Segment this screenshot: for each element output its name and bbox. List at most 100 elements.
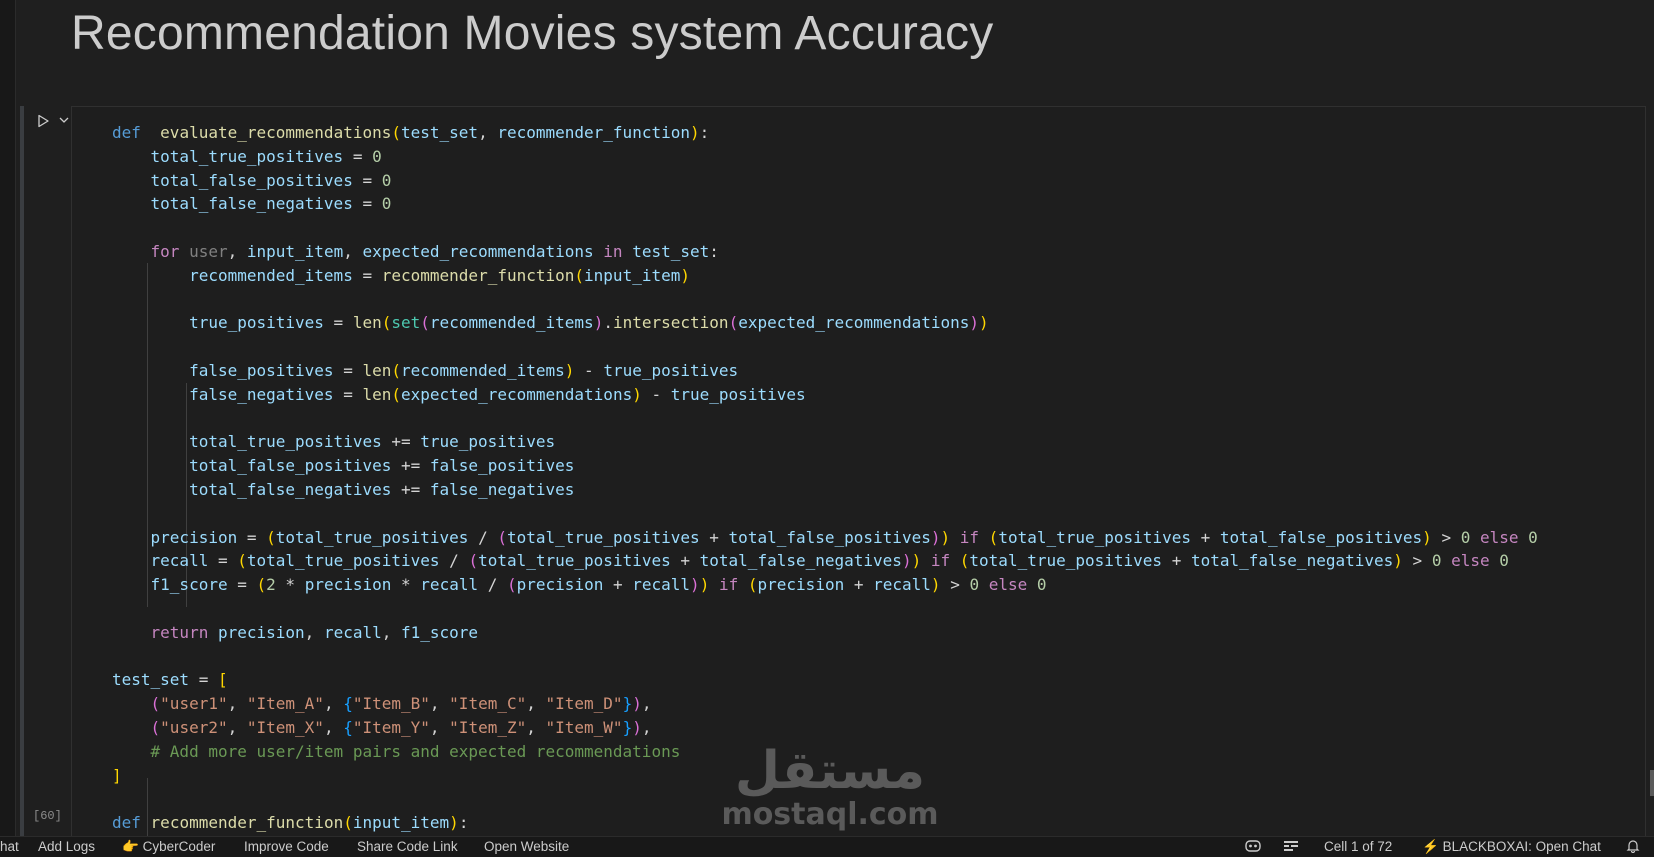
- code-token: ,: [641, 717, 652, 737]
- code-line[interactable]: precision = (total_true_positives / (tot…: [112, 526, 1538, 550]
- code-line[interactable]: total_false_positives = 0: [112, 169, 1538, 193]
- markdown-heading: Recommendation Movies system Accuracy: [71, 7, 994, 60]
- code-line[interactable]: test_set = [: [112, 668, 1538, 692]
- code-token: *: [275, 575, 305, 595]
- status-chat[interactable]: hat: [0, 839, 19, 854]
- code-token: ): [564, 360, 575, 380]
- code-line[interactable]: [112, 597, 1538, 621]
- code-editor[interactable]: def evaluate_recommendations(test_set, r…: [71, 106, 1646, 850]
- code-line[interactable]: [112, 407, 1538, 431]
- code-token: =: [352, 265, 382, 285]
- code-line[interactable]: return precision, recall, f1_score: [112, 621, 1538, 645]
- code-token: ): [911, 551, 922, 571]
- code-token: true_positives: [189, 313, 324, 333]
- code-token: (: [988, 527, 999, 547]
- code-token: }: [622, 694, 633, 714]
- code-line[interactable]: false_negatives = len(expected_recommend…: [112, 383, 1538, 407]
- indent-button[interactable]: [1282, 839, 1300, 856]
- code-token: recommended_items: [189, 265, 353, 285]
- code-token: recall: [323, 622, 382, 642]
- status-cybercoder[interactable]: 👉 CyberCoder: [122, 839, 215, 855]
- watermark-latin: mostaql.com: [721, 797, 939, 832]
- code-line[interactable]: [112, 216, 1538, 240]
- code-token: if: [930, 551, 951, 571]
- activity-strip: [0, 0, 16, 836]
- code-line[interactable]: [112, 645, 1538, 669]
- code-line[interactable]: recommended_items = recommender_function…: [112, 264, 1538, 288]
- code-content[interactable]: def evaluate_recommendations(test_set, r…: [112, 121, 1538, 835]
- cell-position[interactable]: Cell 1 of 72: [1324, 839, 1392, 854]
- status-share-code-link[interactable]: Share Code Link: [357, 839, 458, 854]
- code-line[interactable]: [112, 335, 1538, 359]
- code-line[interactable]: [112, 502, 1538, 526]
- code-token: total_false_negatives: [189, 479, 392, 499]
- code-token: ): [593, 313, 604, 333]
- code-line[interactable]: def evaluate_recommendations(test_set, r…: [112, 121, 1538, 145]
- code-token: recall: [632, 575, 691, 595]
- code-token: =: [227, 575, 257, 595]
- code-line[interactable]: ("user2", "Item_X", {"Item_Y", "Item_Z",…: [112, 716, 1538, 740]
- run-cell-button[interactable]: [32, 110, 54, 132]
- code-token: =: [189, 670, 218, 690]
- code-line[interactable]: [112, 288, 1538, 312]
- code-token: -: [641, 384, 671, 404]
- code-token: ,: [323, 717, 344, 737]
- code-token: expected_recommendations: [738, 313, 970, 333]
- code-token: ,: [304, 622, 324, 642]
- code-token: "Item_W": [545, 717, 623, 737]
- code-token: +: [1190, 527, 1220, 547]
- code-line[interactable]: true_positives = len(set(recommended_ite…: [112, 311, 1538, 335]
- code-token: test_set: [632, 241, 710, 261]
- code-token: ,: [227, 717, 247, 737]
- code-token: (: [420, 313, 430, 333]
- code-token: ,: [526, 694, 546, 714]
- blackbox-open-chat[interactable]: ⚡ BLACKBOXAI: Open Chat: [1422, 839, 1601, 855]
- code-token: len: [352, 313, 382, 333]
- notifications-button[interactable]: [1626, 839, 1640, 856]
- code-token: def: [112, 123, 141, 142]
- code-line[interactable]: recall = (total_true_positives / (total_…: [112, 549, 1538, 573]
- code-token: total_true_positives: [478, 551, 671, 571]
- code-token: test_set: [401, 123, 479, 142]
- status-open-website[interactable]: Open Website: [484, 839, 569, 854]
- code-token: recommender_function: [381, 265, 575, 285]
- code-token: 0: [1431, 551, 1442, 571]
- code-line[interactable]: total_true_positives = 0: [112, 145, 1538, 169]
- code-token: input_item: [352, 813, 450, 833]
- lightning-icon: ⚡: [1422, 839, 1439, 855]
- code-token: expected_recommendations: [362, 241, 594, 261]
- code-token: recommender_function: [150, 813, 344, 833]
- code-line[interactable]: total_false_negatives += false_negatives: [112, 478, 1538, 502]
- code-token: test_set: [112, 670, 190, 690]
- code-token: ,: [227, 241, 247, 261]
- code-token: precision: [757, 575, 845, 595]
- code-token: (: [237, 551, 247, 571]
- code-line[interactable]: f1_score = (2 * precision * recall / (pr…: [112, 573, 1538, 597]
- copilot-button[interactable]: [1244, 839, 1262, 856]
- code-token: (: [468, 551, 479, 571]
- code-line[interactable]: total_true_positives += true_positives: [112, 430, 1538, 454]
- run-options-button[interactable]: [56, 112, 72, 128]
- status-improve-code[interactable]: Improve Code: [244, 839, 329, 854]
- code-line[interactable]: false_positives = len(recommended_items)…: [112, 359, 1538, 383]
- code-token: (: [391, 384, 402, 404]
- code-cell[interactable]: [60] def evaluate_recommendations(test_s…: [18, 106, 1646, 850]
- code-line[interactable]: ("user1", "Item_A", {"Item_B", "Item_C",…: [112, 692, 1538, 716]
- code-token: :: [699, 123, 710, 142]
- code-token: precision: [304, 575, 392, 595]
- code-line[interactable]: total_false_positives += false_positives: [112, 454, 1538, 478]
- code-line[interactable]: total_false_negatives = 0: [112, 192, 1538, 216]
- code-line[interactable]: for user, input_item, expected_recommend…: [112, 240, 1538, 264]
- status-add-logs[interactable]: Add Logs: [38, 839, 95, 854]
- scrollbar-thumb[interactable]: [1650, 770, 1654, 796]
- code-token: if: [718, 575, 739, 595]
